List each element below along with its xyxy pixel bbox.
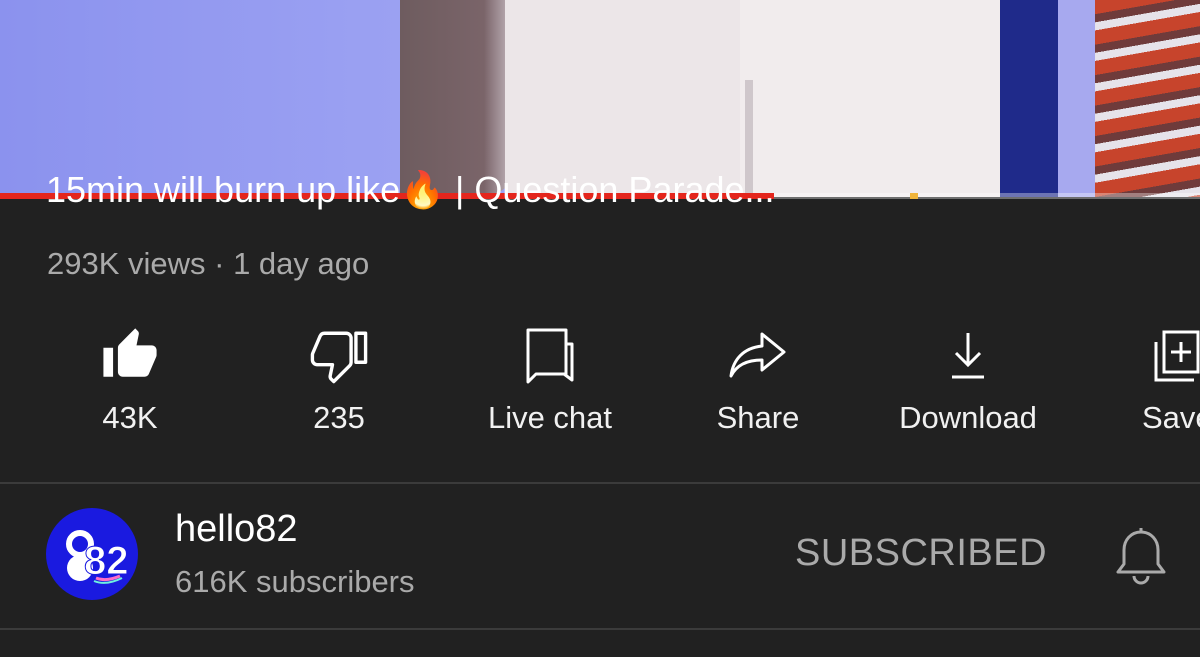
avatar-text: 82 <box>84 539 129 583</box>
download-label: Download <box>899 400 1037 435</box>
video-frame-shape <box>1058 0 1098 197</box>
dislike-count: 235 <box>313 400 365 435</box>
video-frame-shape <box>505 0 755 197</box>
video-frame-shape <box>740 0 1010 197</box>
video-frame-shape <box>1000 0 1058 197</box>
live-chat-button[interactable]: Live chat <box>450 320 650 436</box>
channel-avatar[interactable]: 82 <box>46 508 138 600</box>
divider <box>0 482 1200 484</box>
save-label: Save <box>1142 400 1200 435</box>
channel-name[interactable]: hello82 <box>175 508 298 551</box>
notification-bell-icon[interactable] <box>1113 526 1169 586</box>
video-player[interactable] <box>0 0 1200 197</box>
action-bar: 43K 235 Live chat Share Download Save <box>0 320 1200 445</box>
live-chat-label: Live chat <box>487 400 613 435</box>
chat-icon <box>450 320 650 390</box>
dislike-button[interactable]: 235 <box>239 320 439 436</box>
download-button[interactable]: Download <box>868 320 1068 436</box>
video-meta: 293K views · 1 day ago <box>47 246 370 281</box>
thumbs-up-filled-icon <box>30 320 230 390</box>
subscriber-count: 616K subscribers <box>175 564 415 599</box>
download-icon <box>868 320 1068 390</box>
channel-row[interactable]: 82 hello82 616K subscribers SUBSCRIBED <box>0 486 1200 626</box>
video-title-text: 15min will burn up like🔥 | Question Para… <box>46 170 775 210</box>
video-frame-shape <box>1095 0 1200 197</box>
video-frame-shape <box>400 0 520 197</box>
save-button[interactable]: Save <box>1082 320 1200 436</box>
thumbs-down-icon <box>239 320 439 390</box>
like-button[interactable]: 43K <box>30 320 230 436</box>
video-title[interactable]: 15min will burn up like🔥 | Question Para… <box>46 170 1166 220</box>
share-arrow-icon <box>658 320 858 390</box>
share-label: Share <box>716 400 800 435</box>
divider <box>0 628 1200 630</box>
subscribed-button[interactable]: SUBSCRIBED <box>795 532 1047 575</box>
playlist-add-icon <box>1082 320 1200 390</box>
share-button[interactable]: Share <box>658 320 858 436</box>
like-count: 43K <box>102 400 158 435</box>
